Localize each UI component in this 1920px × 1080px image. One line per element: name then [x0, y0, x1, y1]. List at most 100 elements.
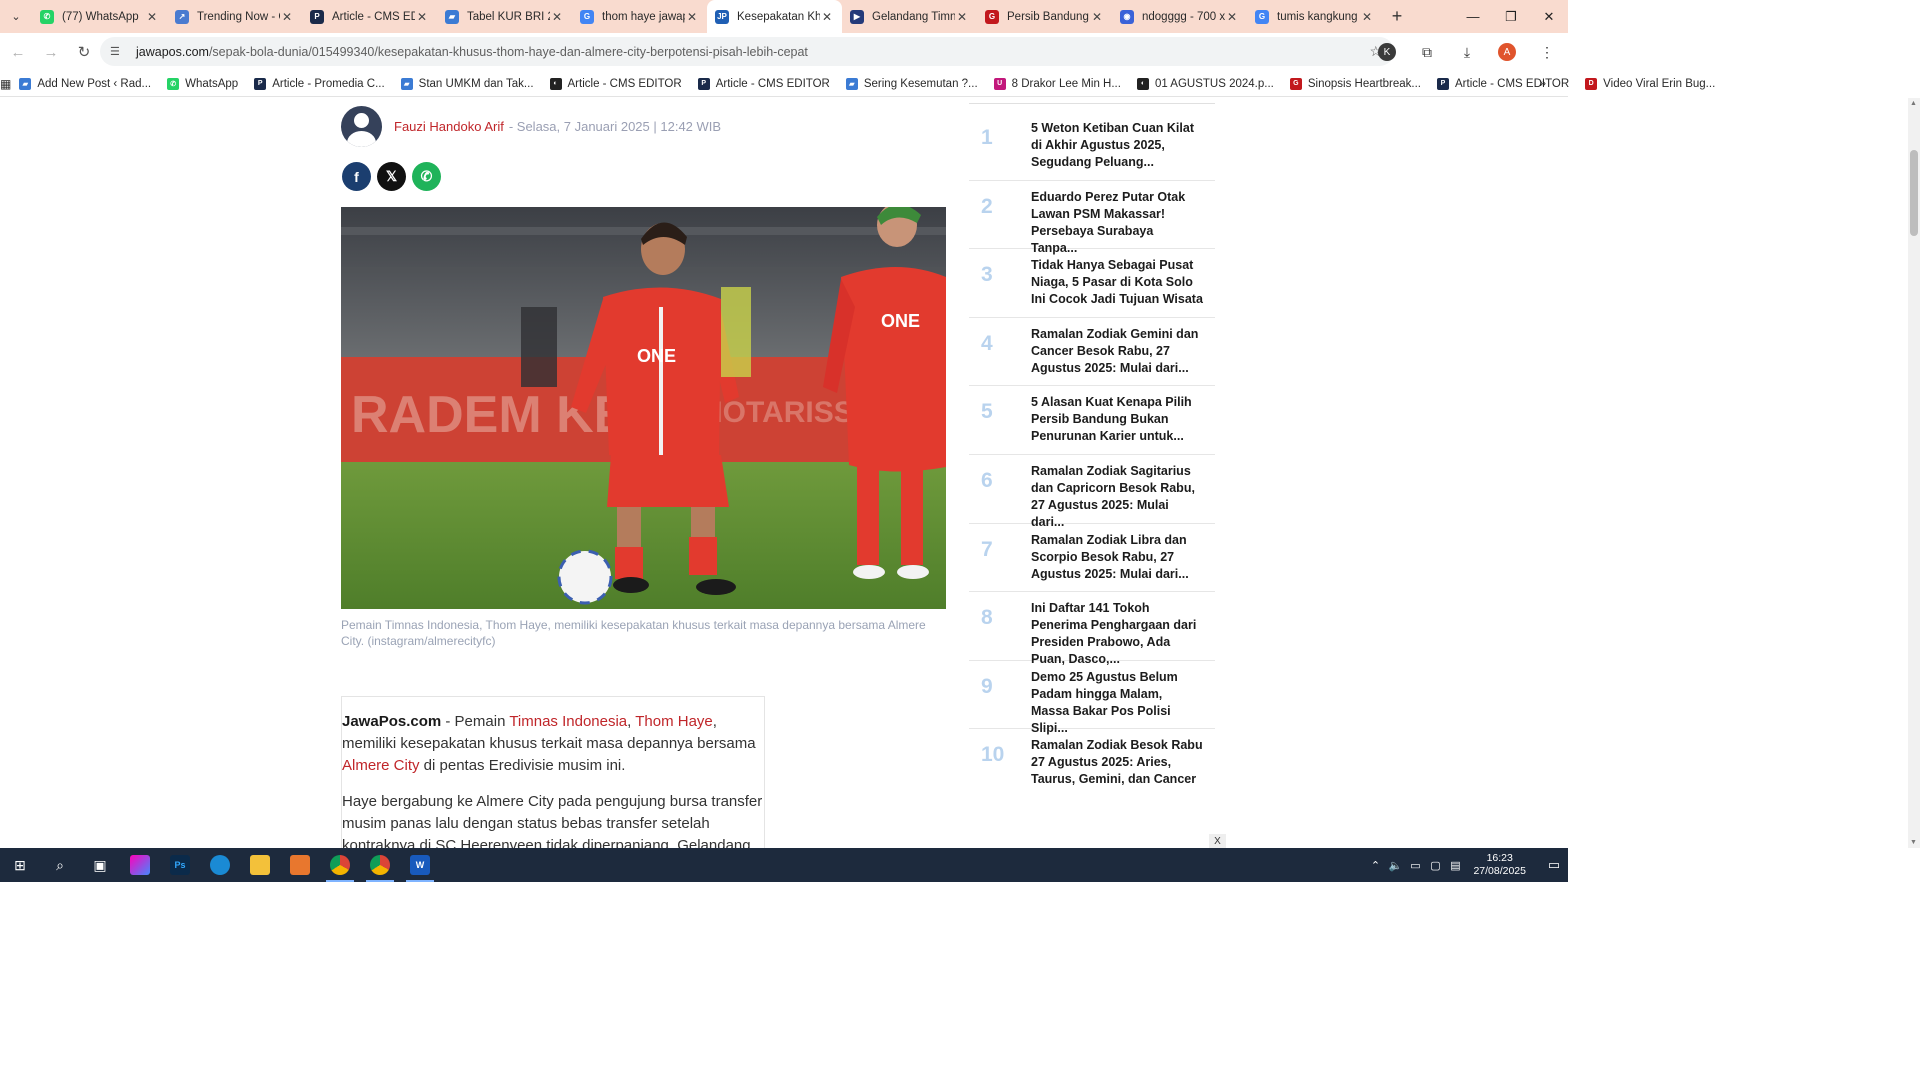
- back-icon[interactable]: ←: [3, 37, 33, 67]
- forward-icon[interactable]: →: [36, 37, 66, 67]
- ranking-item[interactable]: 5 5 Alasan Kuat Kenapa Pilih Persib Bandu…: [969, 386, 1215, 455]
- reload-icon[interactable]: ↻: [69, 37, 99, 67]
- tab-close-icon[interactable]: ✕: [955, 10, 969, 24]
- download-icon[interactable]: ⤓: [1452, 37, 1482, 67]
- bookmark-item[interactable]: U 8 Drakor Lee Min H...: [986, 77, 1129, 90]
- bookmark-item[interactable]: G Sinopsis Heartbreak...: [1282, 77, 1429, 90]
- tab-close-icon[interactable]: ✕: [145, 10, 159, 24]
- tab-close-icon[interactable]: ✕: [1360, 10, 1374, 24]
- copilot-icon[interactable]: [120, 848, 160, 882]
- ranking-item[interactable]: 9 Demo 25 Agustus Belum Padam hingga Mala…: [969, 661, 1215, 735]
- notification-icon[interactable]: ▭: [1540, 857, 1568, 873]
- ranking-title-link[interactable]: Ramalan Zodiak Sagitarius dan Capricorn …: [1031, 463, 1215, 531]
- ranking-item[interactable]: 1 5 Weton Ketiban Cuan Kilat di Akhir Agu…: [969, 112, 1215, 181]
- tray-chevron-icon[interactable]: ⌃: [1365, 859, 1385, 872]
- bookmark-item[interactable]: ▰ Stan UMKM dan Tak...: [393, 77, 542, 90]
- photoshop-icon[interactable]: Ps: [160, 848, 200, 882]
- browser-tab[interactable]: ▶ Gelandang Timna ✕: [842, 0, 977, 33]
- whatsapp-icon[interactable]: ✆: [412, 162, 441, 191]
- author-name[interactable]: Fauzi Handoko Arif: [394, 119, 504, 134]
- page-scrollbar[interactable]: ▲ ▼: [1908, 98, 1920, 848]
- clock[interactable]: 16:23 27/08/2025: [1473, 852, 1526, 878]
- chrome-profile-icon[interactable]: [360, 848, 400, 882]
- app-orange-icon[interactable]: [280, 848, 320, 882]
- display-icon[interactable]: ▢: [1425, 859, 1445, 872]
- apps-grid-icon[interactable]: ▦: [0, 77, 11, 91]
- ranking-title-link[interactable]: Ramalan Zodiak Libra dan Scorpio Besok R…: [1031, 532, 1215, 583]
- tab-close-icon[interactable]: ✕: [1225, 10, 1239, 24]
- browser-tab[interactable]: JP Kesepakatan Khus✕: [707, 0, 842, 33]
- ranking-item[interactable]: 7 Ramalan Zodiak Libra dan Scorpio Besok …: [969, 524, 1215, 593]
- site-info-icon[interactable]: ☰: [110, 45, 126, 58]
- bookmark-item[interactable]: ✆ WhatsApp: [159, 77, 246, 90]
- browser-tab[interactable]: ↗ Trending Now - G ✕: [167, 0, 302, 33]
- close-ad-button[interactable]: X: [1209, 834, 1226, 848]
- close-window-icon[interactable]: ✕: [1530, 0, 1568, 33]
- scroll-up-icon[interactable]: ▲: [1910, 100, 1917, 107]
- tab-close-icon[interactable]: ✕: [280, 10, 294, 24]
- bookmark-item[interactable]: ◐ Article - CMS EDITOR: [542, 77, 690, 90]
- tab-close-icon[interactable]: ✕: [685, 10, 699, 24]
- file-explorer-icon[interactable]: [240, 848, 280, 882]
- ranking-title-link[interactable]: Eduardo Perez Putar Otak Lawan PSM Makas…: [1031, 189, 1215, 257]
- search-icon[interactable]: ⌕: [40, 848, 80, 882]
- ranking-title-link[interactable]: 5 Alasan Kuat Kenapa Pilih Persib Bandun…: [1031, 394, 1215, 445]
- ranking-title-link[interactable]: Tidak Hanya Sebagai Pusat Niaga, 5 Pasar…: [1031, 257, 1215, 308]
- browser-tab[interactable]: ◉ ndogggg - 700 x ✕: [1112, 0, 1247, 33]
- minimize-icon[interactable]: —: [1454, 0, 1492, 33]
- tab-close-icon[interactable]: ✕: [1090, 10, 1104, 24]
- browser-tab[interactable]: Gthom haye jawapo✕: [572, 0, 707, 33]
- bookmark-item[interactable]: P Article - CMS EDITOR: [690, 77, 838, 90]
- facebook-icon[interactable]: f: [342, 162, 371, 191]
- new-tab-button[interactable]: +: [1382, 6, 1412, 27]
- tab-close-icon[interactable]: ✕: [415, 10, 429, 24]
- browser-tab[interactable]: ▰ Tabel KUR BRI 202✕: [437, 0, 572, 33]
- chrome-icon[interactable]: [320, 848, 360, 882]
- profile-a-icon[interactable]: A: [1492, 37, 1522, 67]
- menu-kebab-icon[interactable]: ⋮: [1532, 37, 1562, 67]
- tab-search-icon[interactable]: ⌄: [0, 0, 32, 33]
- bookmark-item[interactable]: P Article - Promedia C...: [246, 77, 392, 90]
- edge-icon[interactable]: [200, 848, 240, 882]
- start-windows-icon[interactable]: ⊞: [0, 848, 40, 882]
- tab-close-icon[interactable]: ✕: [820, 10, 834, 24]
- word-icon[interactable]: W: [400, 848, 440, 882]
- bookmark-item[interactable]: ◐ 01 AGUSTUS 2024.p...: [1129, 77, 1282, 90]
- x-twitter-icon[interactable]: 𝕏: [377, 162, 406, 191]
- ranking-item[interactable]: 3 Tidak Hanya Sebagai Pusat Niaga, 5 Pasa…: [969, 249, 1215, 318]
- link-almere-city[interactable]: Almere City: [342, 757, 420, 774]
- bookmark-item[interactable]: ▰ Add New Post ‹ Rad...: [11, 77, 159, 90]
- more-bookmarks-icon[interactable]: »: [1539, 76, 1546, 90]
- link-timnas-indonesia[interactable]: Timnas Indonesia: [509, 713, 627, 730]
- ranking-item[interactable]: 10 Ramalan Zodiak Besok Rabu 27 Agustus 2…: [969, 729, 1215, 798]
- ranking-title-link[interactable]: 5 Weton Ketiban Cuan Kilat di Akhir Agus…: [1031, 120, 1215, 171]
- ranking-title-link[interactable]: Demo 25 Agustus Belum Padam hingga Malam…: [1031, 669, 1215, 737]
- browser-tab[interactable]: G Persib Bandung R✕: [977, 0, 1112, 33]
- browser-tab[interactable]: Gtumis kangkung ja✕: [1247, 0, 1382, 33]
- browser-tab[interactable]: ✆ (77) WhatsApp ✕: [32, 0, 167, 33]
- ranking-item[interactable]: 8 Ini Daftar 141 Tokoh Penerima Pengharga…: [969, 592, 1215, 666]
- ranking-item[interactable]: 4 Ramalan Zodiak Gemini dan Cancer Besok …: [969, 318, 1215, 387]
- scroll-down-icon[interactable]: ▼: [1910, 839, 1917, 846]
- extensions-icon[interactable]: ⧉: [1412, 37, 1442, 67]
- ranking-item[interactable]: 6 Ramalan Zodiak Sagitarius dan Capricorn…: [969, 455, 1215, 529]
- volume-icon[interactable]: 🔈: [1385, 859, 1405, 872]
- ranking-title-link[interactable]: Ramalan Zodiak Besok Rabu 27 Agustus 202…: [1031, 737, 1215, 788]
- author-avatar[interactable]: [341, 106, 382, 147]
- address-bar[interactable]: ☰ jawapos.com/sepak-bola-dunia/015499340…: [100, 37, 1394, 66]
- link-thom-haye[interactable]: Thom Haye: [635, 713, 713, 730]
- browser-tab[interactable]: P Article - CMS EDIT✕: [302, 0, 437, 33]
- task-view-icon[interactable]: ▣: [80, 848, 120, 882]
- ranking-title-link[interactable]: Ini Daftar 141 Tokoh Penerima Penghargaa…: [1031, 600, 1215, 668]
- network-icon[interactable]: ▭: [1405, 859, 1425, 872]
- bookmark-item[interactable]: D Video Viral Erin Bug...: [1577, 77, 1723, 90]
- scrollbar-thumb[interactable]: [1910, 150, 1918, 236]
- tab-close-icon[interactable]: ✕: [550, 10, 564, 24]
- ranking-item[interactable]: 2 Eduardo Perez Putar Otak Lawan PSM Maka…: [969, 181, 1215, 255]
- ranking-title-link[interactable]: Ramalan Zodiak Gemini dan Cancer Besok R…: [1031, 326, 1215, 377]
- restore-icon[interactable]: ❐: [1492, 0, 1530, 33]
- bookmark-item[interactable]: ▰ Sering Kesemutan ?...: [838, 77, 986, 90]
- security-icon[interactable]: ▤: [1445, 859, 1465, 872]
- profile-k-icon[interactable]: K: [1372, 37, 1402, 67]
- bookmark-item[interactable]: P Article - CMS EDITOR: [1429, 77, 1577, 90]
